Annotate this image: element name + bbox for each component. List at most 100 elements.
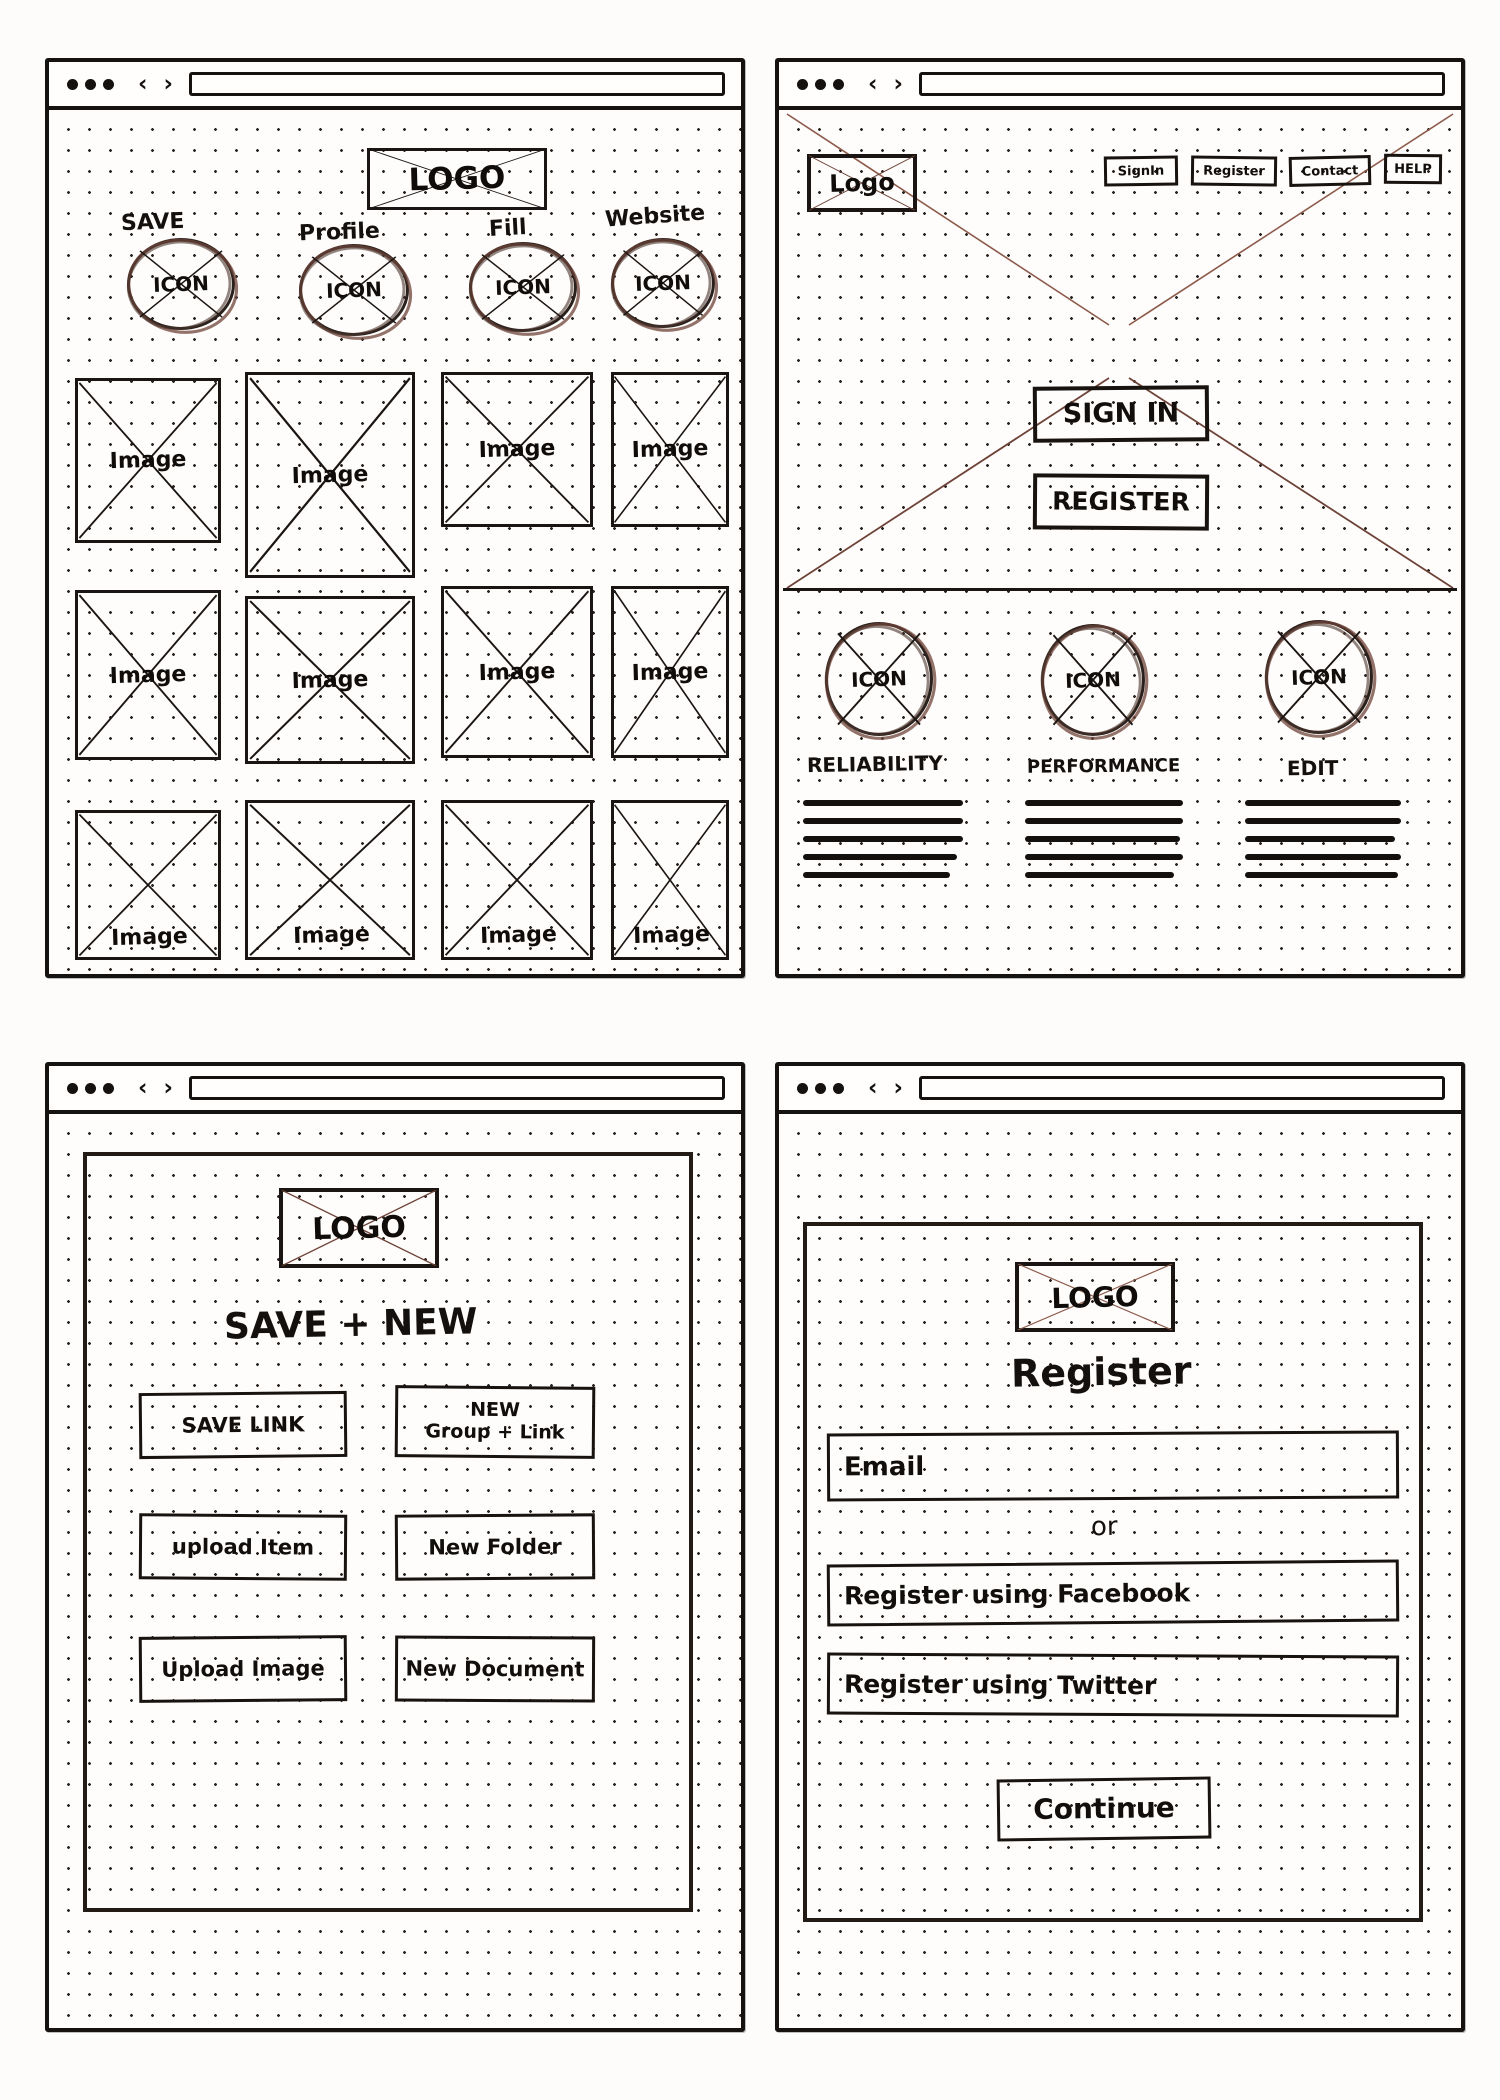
signin-button[interactable]: SIGN IN — [1032, 385, 1210, 443]
feature-icon-reliability[interactable]: ICON — [816, 614, 945, 748]
gallery-image-tile[interactable]: Image — [75, 810, 221, 960]
gallery-image-label: Image — [291, 666, 369, 694]
browser-nav-arrows[interactable]: ‹ › — [138, 1076, 173, 1100]
gallery-image-tile[interactable]: Image — [75, 590, 221, 760]
register-twitter-button[interactable]: Register using Twitter — [826, 1652, 1400, 1718]
gallery-image-tile[interactable]: Image — [611, 372, 729, 527]
back-icon[interactable]: ‹ — [138, 72, 147, 96]
toolbar-label-fill: Fill — [488, 215, 528, 242]
action-label: New Folder — [428, 1534, 562, 1560]
toolbar-icon-profile[interactable]: ICON — [292, 236, 420, 348]
gallery-image-label: Image — [479, 921, 558, 950]
panel-landing-body: Logo SignIn Register Contact HELP SIGN I… — [779, 110, 1461, 974]
url-input[interactable] — [188, 72, 725, 96]
feature-title-edit: EDIT — [1286, 755, 1339, 781]
back-icon[interactable]: ‹ — [868, 72, 877, 96]
gallery-image-label: Image — [292, 921, 371, 950]
wireframe-panel-save-new: ‹ › LOGO SAVE + NEW SAVE LINK upload Ite… — [45, 1062, 745, 2032]
gallery-image-tile[interactable]: Image — [245, 800, 415, 960]
feature-text-lines — [1245, 800, 1401, 878]
register-button[interactable]: REGISTER — [1032, 473, 1210, 531]
browser-nav-arrows[interactable]: ‹ › — [138, 72, 173, 96]
action-upload-image[interactable]: Upload Image — [138, 1635, 348, 1703]
wireframe-panel-landing: ‹ › Logo SignIn Register Contact HELP SI… — [775, 58, 1465, 978]
gallery-image-tile[interactable]: Image — [245, 596, 415, 764]
gallery-image-tile[interactable]: Image — [75, 378, 221, 543]
feature-text-lines — [803, 800, 963, 878]
nav-button-signin[interactable]: SignIn — [1103, 155, 1179, 187]
browser-chrome: ‹ › — [49, 1066, 741, 1114]
toolbar-icon-website[interactable]: ICON — [604, 231, 725, 340]
action-new-group-link[interactable]: NEW Group + Link — [394, 1385, 596, 1459]
gallery-image-tile[interactable]: Image — [245, 372, 415, 578]
nav-button-help[interactable]: HELP — [1383, 153, 1443, 185]
gallery-image-label: Image — [632, 921, 711, 950]
logo-placeholder: LOGO — [1015, 1262, 1175, 1332]
panel-gallery-body: LOGO SAVE ICON Profile ICON Fill ICON We… — [49, 110, 741, 974]
nav-button-register[interactable]: Register — [1190, 155, 1278, 187]
url-input[interactable] — [918, 72, 1445, 96]
gallery-image-tile[interactable]: Image — [611, 800, 729, 960]
toolbar-icon-label: ICON — [325, 277, 383, 303]
continue-button[interactable]: Continue — [996, 1776, 1212, 1842]
logo-placeholder: LOGO — [367, 148, 547, 210]
forward-icon[interactable]: › — [163, 72, 172, 96]
browser-nav-arrows[interactable]: ‹ › — [868, 1076, 903, 1100]
toolbar-icon-fill[interactable]: ICON — [462, 234, 587, 344]
action-save-link[interactable]: SAVE LINK — [138, 1390, 348, 1460]
toolbar-icon-label: ICON — [152, 271, 210, 297]
logo-label: Logo — [828, 168, 896, 198]
gallery-image-tile[interactable]: Image — [441, 586, 593, 758]
action-new-folder[interactable]: New Folder — [394, 1513, 596, 1581]
action-label: NEW Group + Link — [425, 1398, 565, 1444]
toolbar-label-profile: Profile — [298, 218, 381, 247]
nav-button-label: Contact — [1301, 162, 1359, 180]
back-icon[interactable]: ‹ — [138, 1076, 147, 1100]
logo-label: LOGO — [311, 1209, 407, 1247]
logo-label: LOGO — [1050, 1279, 1140, 1315]
nav-button-contact[interactable]: Contact — [1288, 155, 1372, 187]
browser-nav-arrows[interactable]: ‹ › — [868, 72, 903, 96]
continue-button-label: Continue — [1032, 1790, 1175, 1826]
feature-title-performance: PERFORMANCE — [1026, 755, 1181, 778]
gallery-image-label: Image — [478, 658, 556, 686]
window-controls — [61, 78, 114, 90]
url-input[interactable] — [188, 1076, 725, 1100]
window-controls — [791, 1082, 844, 1094]
feature-icon-performance[interactable]: ICON — [1032, 616, 1157, 748]
action-upload-item[interactable]: upload Item — [138, 1513, 348, 1581]
register-facebook-button[interactable]: Register using Facebook — [826, 1559, 1400, 1627]
nav-button-label: Register — [1203, 163, 1265, 179]
sketch-paper: ‹ › LOGO SAVE ICON Profile ICON Fill ICO… — [0, 0, 1500, 2100]
email-field[interactable]: Email — [826, 1430, 1400, 1502]
panel-register-body: LOGO Register Email or Register using Fa… — [779, 1114, 1461, 2028]
nav-button-label: HELP — [1394, 161, 1432, 177]
browser-chrome: ‹ › — [779, 1066, 1461, 1114]
toolbar-label-save: SAVE — [120, 208, 185, 237]
gallery-image-tile[interactable]: Image — [441, 800, 593, 960]
gallery-image-label: Image — [110, 923, 189, 952]
nav-button-label: SignIn — [1117, 163, 1165, 179]
gallery-image-tile[interactable]: Image — [611, 586, 729, 758]
toolbar-icon-label: ICON — [494, 274, 552, 300]
action-label: New Document — [405, 1656, 585, 1682]
logo-placeholder: LOGO — [279, 1188, 439, 1268]
browser-chrome: ‹ › — [49, 62, 741, 110]
forward-icon[interactable]: › — [163, 1076, 172, 1100]
toolbar-icon-save[interactable]: ICON — [120, 230, 246, 342]
gallery-image-tile[interactable]: Image — [441, 372, 593, 527]
back-icon[interactable]: ‹ — [868, 1076, 877, 1100]
feature-icon-label: ICON — [1290, 664, 1348, 690]
forward-icon[interactable]: › — [893, 72, 902, 96]
action-new-document[interactable]: New Document — [394, 1635, 596, 1703]
logo-placeholder: Logo — [807, 154, 917, 212]
hero-divider — [783, 588, 1457, 591]
url-input[interactable] — [918, 1076, 1445, 1100]
forward-icon[interactable]: › — [893, 1076, 902, 1100]
action-label: upload Item — [171, 1534, 315, 1560]
feature-icon-edit[interactable]: ICON — [1256, 612, 1385, 746]
gallery-image-label: Image — [109, 661, 187, 689]
gallery-image-label: Image — [631, 658, 709, 686]
wireframe-panel-gallery: ‹ › LOGO SAVE ICON Profile ICON Fill ICO… — [45, 58, 745, 978]
email-field-value: Email — [843, 1451, 925, 1483]
